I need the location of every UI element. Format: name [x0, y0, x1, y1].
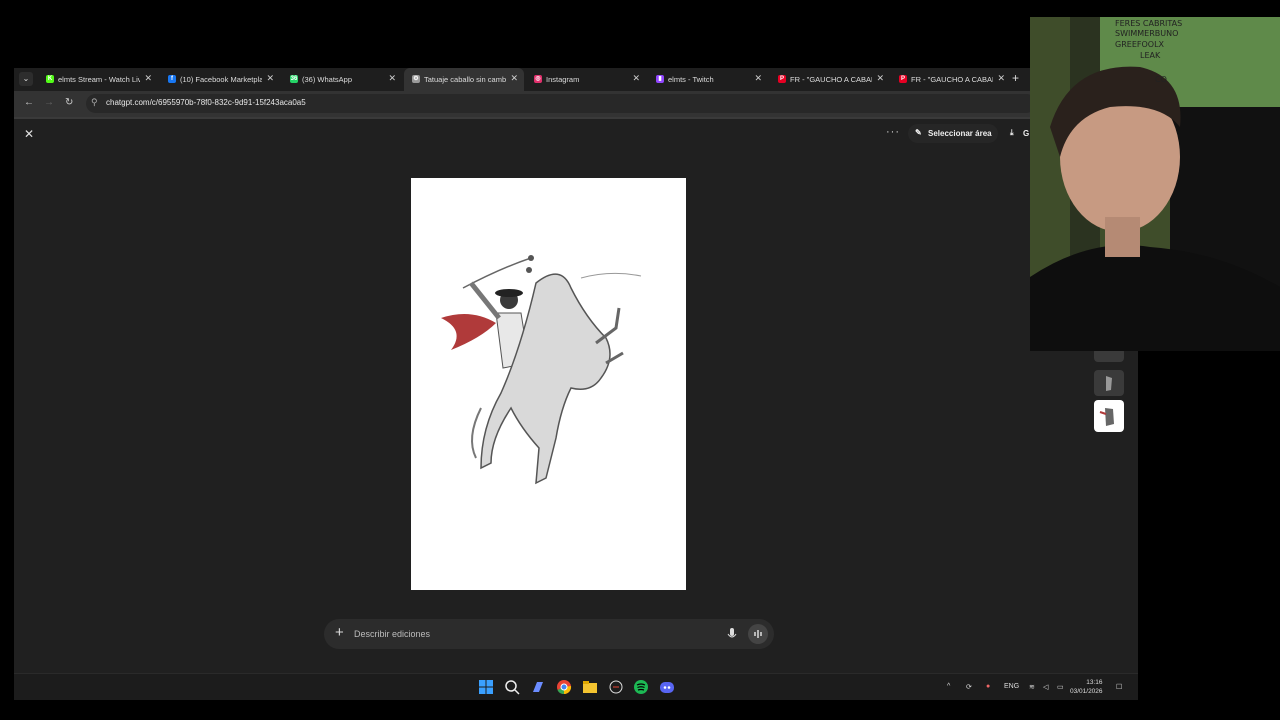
prompt-input[interactable]: Describir ediciones [354, 629, 430, 639]
tab-close-icon[interactable]: ✕ [876, 73, 884, 84]
tab-close-icon[interactable]: ✕ [510, 73, 518, 84]
sync-icon[interactable]: ⟳ [966, 683, 972, 691]
discord-icon[interactable] [659, 679, 675, 695]
tab-title: (36) WhatsApp [302, 75, 353, 84]
more-options-icon[interactable]: ··· [886, 126, 900, 138]
select-area-button[interactable]: ✎ Seleccionar área [908, 124, 998, 143]
site-info-icon[interactable]: ⚲ [91, 97, 98, 108]
chatgpt-icon: ⚙ [412, 75, 420, 83]
tab[interactable]: P FR - "GAUCHO A CABALLO ✕ [770, 68, 890, 91]
notifications-icon[interactable]: ☐ [1116, 683, 1122, 691]
voice-mode-button[interactable] [748, 624, 768, 644]
language-indicator[interactable]: ENG [1004, 683, 1019, 690]
screen: ⌄ Kelmts Stream - Watch Live ✕ f (10) Faceb… [14, 68, 1138, 700]
tab-search-button[interactable]: ⌄ [19, 72, 33, 86]
file-explorer-icon[interactable] [582, 679, 598, 695]
url-text: chatgpt.com/c/6955970b-78f0-832c-9d91-15… [106, 98, 306, 107]
tab-close-icon[interactable]: ✕ [388, 73, 396, 84]
edit-prompt-bar: + Describir ediciones [324, 619, 774, 649]
gaucho-on-horse-illustration [441, 255, 642, 485]
clock-time: 13:16 [1086, 679, 1103, 686]
tab-close-icon[interactable]: ✕ [754, 73, 762, 84]
tab[interactable]: Kelmts Stream - Watch Live ✕ [38, 68, 158, 91]
windows-start-icon[interactable] [478, 679, 494, 695]
back-icon[interactable]: ← [24, 97, 34, 108]
thumbnail-horse-icon [1099, 408, 1114, 426]
tab-title: elmts - Twitch [668, 75, 714, 84]
select-area-label: Seleccionar área [928, 129, 992, 138]
thumbnail-horse-icon [1106, 376, 1112, 391]
tab-title: elmts Stream - Watch Live [58, 75, 140, 84]
spotify-icon[interactable] [633, 679, 649, 695]
whiteboard-line: GREEFOOLX [1115, 40, 1164, 49]
volume-icon[interactable]: ◁ [1043, 683, 1048, 691]
browser-toolbar: ← → ↻ ⚲ chatgpt.com/c/6955970b-78f0-832c… [14, 91, 1138, 117]
generated-image[interactable] [411, 178, 686, 590]
pinterest-icon: P [778, 75, 786, 83]
whiteboard-line: SWIMMERBUNO [1115, 29, 1179, 38]
tab-close-icon[interactable]: ✕ [144, 73, 152, 84]
chrome-icon[interactable] [556, 679, 572, 695]
tab-title: FR - "GAUCHO A CABALLO [790, 75, 872, 84]
select-area-icon: ✎ [915, 128, 922, 137]
pinterest-icon: P [899, 75, 907, 83]
search-icon[interactable] [504, 679, 520, 695]
wifi-icon[interactable]: ≋ [1029, 683, 1035, 691]
show-hidden-icons[interactable]: ^ [947, 683, 950, 690]
tab-title: Instagram [546, 75, 580, 84]
tab[interactable]: P FR - "GAUCHO A CABALLO ✕ [891, 68, 1011, 91]
tab[interactable]: 36 (36) WhatsApp ✕ [282, 68, 402, 91]
battery-icon[interactable]: ▭ [1057, 683, 1064, 691]
tab-close-icon[interactable]: ✕ [997, 73, 1005, 84]
download-label: G [1023, 129, 1030, 138]
add-icon[interactable]: + [335, 624, 344, 641]
twitch-icon: ▮ [656, 75, 664, 83]
instagram-icon: ◎ [534, 75, 542, 83]
image-thumbnail[interactable] [1094, 370, 1124, 396]
tab[interactable]: ◎ Instagram ✕ [526, 68, 646, 91]
kick-icon: K [46, 75, 54, 83]
system-clock[interactable]: 13:16 03/01/2026 [1070, 678, 1103, 696]
tab-title: Tatuaje caballo sin cambio [424, 75, 506, 84]
whiteboard-line: CO [1155, 75, 1167, 84]
whiteboard-line: LEAK [1140, 51, 1161, 60]
whatsapp-icon: 36 [290, 75, 298, 83]
tab-title: FR - "GAUCHO A CABALLO [911, 75, 993, 84]
close-icon[interactable]: ✕ [24, 127, 34, 141]
download-icon: ⤓ [1010, 128, 1014, 137]
clock-date: 03/01/2026 [1070, 688, 1103, 695]
image-thumbnail-selected[interactable] [1094, 400, 1124, 432]
tab[interactable]: f (10) Facebook Marketplace ✕ [160, 68, 280, 91]
facebook-icon: f [168, 75, 176, 83]
tab[interactable]: ▮ elmts - Twitch ✕ [648, 68, 768, 91]
tab-close-icon[interactable]: ✕ [266, 73, 274, 84]
reload-icon[interactable]: ↻ [65, 97, 73, 108]
webcam-feed [1030, 17, 1280, 351]
new-tab-button[interactable]: + [1012, 71, 1019, 85]
app-icon[interactable] [608, 679, 624, 695]
copilot-icon[interactable] [530, 679, 546, 695]
tab-title: (10) Facebook Marketplace [180, 75, 262, 84]
tab-close-icon[interactable]: ✕ [632, 73, 640, 84]
toolbar-divider [14, 117, 1138, 119]
whiteboard-line: FERES CABRITAS [1115, 19, 1183, 28]
address-bar[interactable]: ⚲ chatgpt.com/c/6955970b-78f0-832c-9d91-… [86, 94, 1036, 113]
microphone-muted-icon[interactable]: ● [986, 683, 990, 690]
tab-strip: ⌄ Kelmts Stream - Watch Live ✕ f (10) Faceb… [14, 68, 1138, 91]
webcam-overlay: FERES CABRITAS SWIMMERBUNO GREEFOOLX LEA… [1030, 17, 1280, 351]
microphone-icon[interactable] [727, 627, 737, 646]
tab[interactable]: ⚙ Tatuaje caballo sin cambio ✕ [404, 68, 524, 91]
forward-icon[interactable]: → [44, 97, 54, 108]
taskbar: ^ ⟳ ● ENG ≋ ◁ ▭ 13:16 03/01/2026 ☐ [14, 673, 1138, 700]
